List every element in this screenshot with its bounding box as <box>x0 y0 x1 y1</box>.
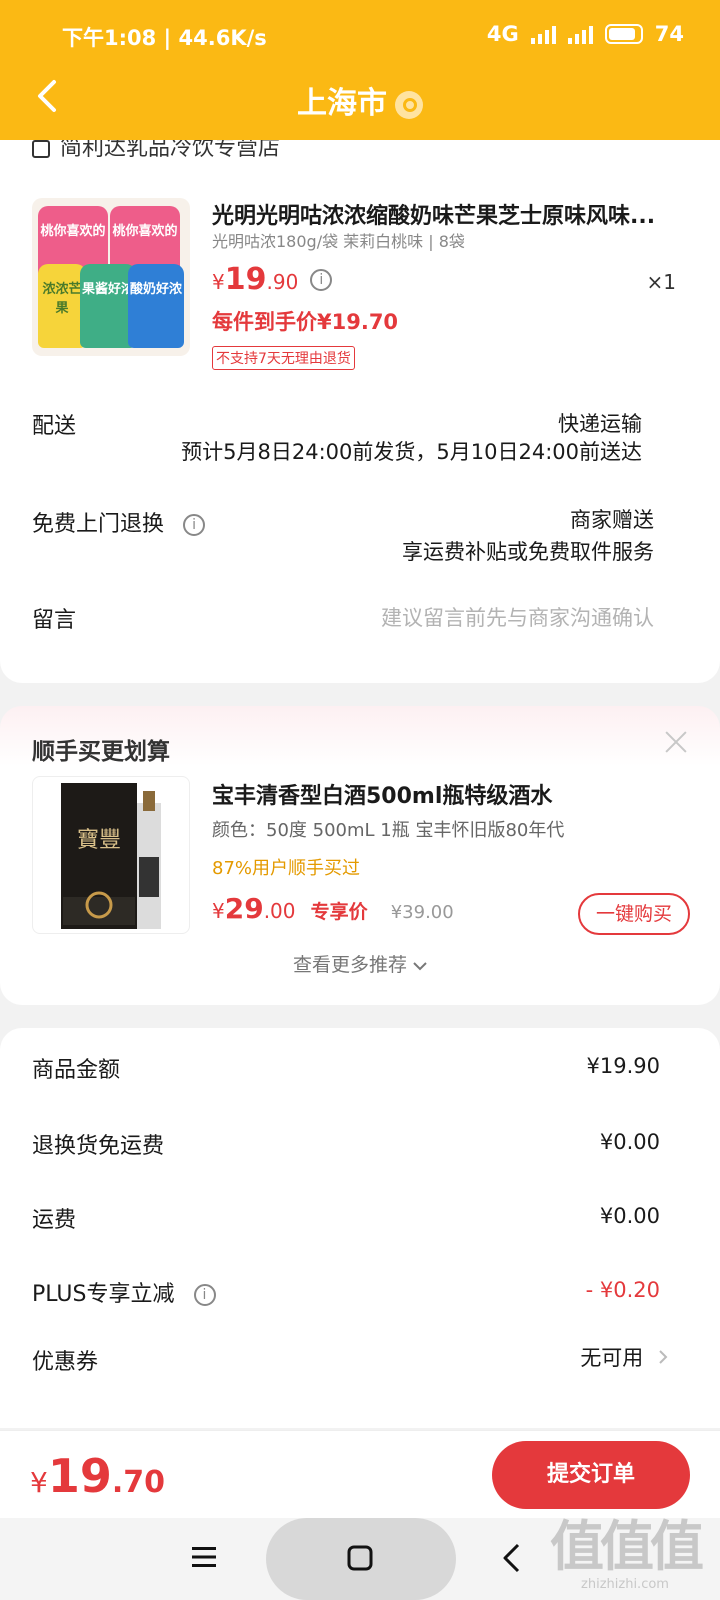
product-bag-blue: 酸奶好浓 <box>128 264 184 348</box>
network-type: 4G <box>486 22 519 46</box>
chevron-down-icon <box>413 962 427 971</box>
submit-order-button[interactable]: 提交订单 <box>492 1441 690 1509</box>
bottle-label: 寶豐 <box>77 828 121 853</box>
shop-row[interactable]: 简利达乳品冷饮专营店 <box>32 140 280 162</box>
delivery-label: 配送 <box>32 414 77 439</box>
nav-back-icon[interactable] <box>500 1542 522 1574</box>
product-image[interactable]: 桃你喜欢的 桃你喜欢的 浓浓芒果 果酱好浓 酸奶好浓 <box>32 198 190 356</box>
recommend-price-decimal: .00 <box>263 899 296 923</box>
delivery-eta: 预计5月8日24:00前发货，5月10日24:00前送达 <box>181 440 642 464</box>
price-integer: 19 <box>224 262 267 297</box>
checkout-bar: ¥19.70 提交订单 <box>0 1430 720 1518</box>
summary-row-plus: PLUS专享立减 i <box>32 1276 216 1308</box>
total-decimal: .70 <box>111 1465 165 1500</box>
liquor-product-graphic: 寶豐 <box>61 783 161 929</box>
recommend-orig-price: ¥39.00 <box>390 902 454 923</box>
summary-value-goods: ¥19.90 <box>586 1054 660 1078</box>
no-return-badge: 不支持7天无理由退货 <box>212 346 355 370</box>
summary-value-plus: - ¥0.20 <box>585 1278 660 1302</box>
free-exchange-label: 免费上门退换 <box>32 512 165 537</box>
status-time: 下午1:08 | 44.6K/s <box>62 26 267 50</box>
recommend-price-integer: 29 <box>224 892 264 925</box>
app-header: 下午1:08 | 44.6K/s 4G 74 上海市 <box>0 0 720 140</box>
summary-label-shipping: 运费 <box>32 1208 77 1233</box>
recommend-bought: 87%用户顺手买过 <box>212 858 361 879</box>
page-title[interactable]: 上海市 <box>0 78 720 122</box>
signal-icon-2 <box>567 24 593 44</box>
watermark-logo: 值值值 <box>550 1515 704 1578</box>
watermark: 值值值 zhizhizhi.com <box>550 1515 704 1593</box>
product-spec: 光明咕浓180g/袋 茉莉白桃味 | 8袋 <box>212 232 465 251</box>
recommend-card: 顺手买更划算 寶豐 宝丰清香型白酒500ml瓶特级酒水 颜色：50度 500mL… <box>0 706 720 1005</box>
one-click-buy-button[interactable]: 一键购买 <box>578 893 690 935</box>
summary-value-exchange: ¥0.00 <box>599 1130 660 1154</box>
summary-label-coupon: 优惠券 <box>32 1350 99 1375</box>
recommend-price-currency: ¥ <box>212 899 225 923</box>
price-decimal: .90 <box>266 270 299 294</box>
home-icon[interactable] <box>346 1544 374 1572</box>
price-currency: ¥ <box>212 270 225 294</box>
recommend-title: 顺手买更划算 <box>32 739 170 765</box>
location-pin-icon <box>395 90 423 119</box>
total-currency: ¥ <box>30 1466 48 1499</box>
system-nav-bar: 值值值 zhizhizhi.com <box>0 1515 720 1600</box>
summary-value-shipping: ¥0.00 <box>599 1204 660 1228</box>
product-bag-yellow: 浓浓芒果 <box>38 264 86 348</box>
recommend-image[interactable]: 寶豐 <box>32 776 190 934</box>
more-recommend-label: 查看更多推荐 <box>292 954 407 976</box>
free-exchange-value: 商家赠送 <box>570 508 654 532</box>
battery-icon <box>604 24 643 44</box>
recommend-name[interactable]: 宝丰清香型白酒500ml瓶特级酒水 <box>212 778 552 810</box>
signal-icon <box>530 24 556 44</box>
total-integer: 19 <box>47 1449 112 1503</box>
delivery-method[interactable]: 快递运输 <box>558 408 642 438</box>
city-label: 上海市 <box>297 86 387 121</box>
product-name[interactable]: 光明光明咕浓浓缩酸奶味芒果芝士原味风味... <box>212 198 682 230</box>
chevron-right-icon <box>659 1350 668 1364</box>
menu-icon[interactable] <box>190 1544 218 1570</box>
order-item-card: 简利达乳品冷饮专营店 桃你喜欢的 桃你喜欢的 浓浓芒果 果酱好浓 酸奶好浓 光明… <box>0 140 720 683</box>
hand-price: 每件到手价¥19.70 <box>212 310 399 334</box>
shop-name: 简利达乳品冷饮专营店 <box>60 140 281 161</box>
status-right: 4G 74 <box>487 22 684 46</box>
price-summary-card: 商品金额 ¥19.90 退换货免运费 ¥0.00 运费 ¥0.00 PLUS专享… <box>0 1028 720 1428</box>
summary-label-plus: PLUS专享立减 <box>32 1282 175 1307</box>
summary-label-exchange: 退换货免运费 <box>32 1134 165 1159</box>
total-price: ¥19.70 <box>30 1449 165 1503</box>
plus-info-icon[interactable]: i <box>193 1284 216 1306</box>
summary-label-goods: 商品金额 <box>32 1058 121 1083</box>
coupon-selector[interactable]: 无可用 <box>580 1342 668 1372</box>
recommend-price: ¥29.00 专享价 ¥39.00 <box>212 892 454 925</box>
battery-level: 74 <box>654 22 684 46</box>
summary-value-coupon: 无可用 <box>580 1346 644 1370</box>
recommend-price-tag: 专享价 <box>310 901 368 923</box>
recommend-spec: 颜色：50度 500mL 1瓶 宝丰怀旧版80年代 <box>212 820 565 841</box>
close-icon[interactable] <box>662 728 690 756</box>
message-label: 留言 <box>32 608 77 633</box>
product-price: ¥19.90 i <box>212 262 333 297</box>
price-info-icon[interactable]: i <box>310 268 333 291</box>
free-exchange-sub: 享运费补贴或免费取件服务 <box>402 540 654 564</box>
more-recommend-link[interactable]: 查看更多推荐 <box>0 950 720 977</box>
quantity: ×1 <box>646 270 676 294</box>
watermark-url: zhizhizhi.com <box>581 1577 669 1592</box>
message-input[interactable]: 建议留言前先与商家沟通确认 <box>381 602 654 632</box>
shop-icon <box>32 140 50 158</box>
status-bar: 下午1:08 | 44.6K/s 4G 74 <box>0 18 720 52</box>
free-exchange-info-icon[interactable]: i <box>183 514 206 536</box>
free-exchange-row: 免费上门退换 i <box>32 506 206 538</box>
